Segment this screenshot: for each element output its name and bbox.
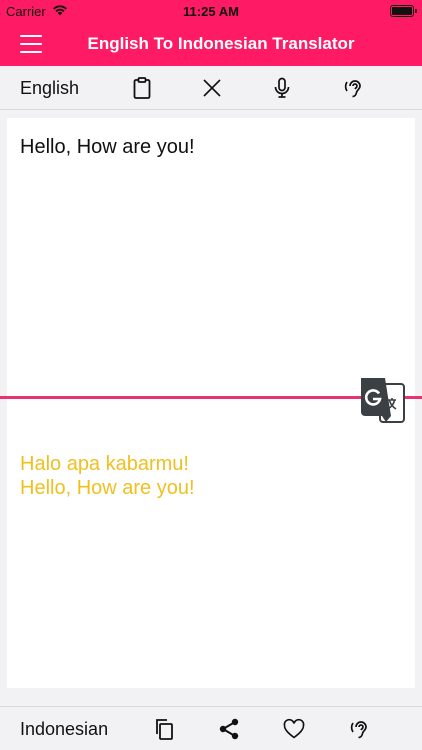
close-icon[interactable] — [200, 76, 224, 100]
source-text-input[interactable]: Hello, How are you! — [20, 134, 400, 160]
page-title: English To Indonesian Translator — [87, 34, 355, 53]
clipboard-icon[interactable] — [130, 76, 154, 100]
translation-panel: Hello, How are you! Halo apa kabarmu! He… — [0, 118, 422, 688]
target-language-label[interactable]: Indonesian — [20, 719, 108, 740]
ear-listen-icon[interactable] — [342, 76, 366, 100]
heart-icon[interactable] — [282, 717, 306, 741]
microphone-icon[interactable] — [270, 76, 294, 100]
translated-line: Halo apa kabarmu! — [20, 453, 189, 475]
source-language-label[interactable]: English — [20, 78, 79, 99]
copy-icon[interactable] — [152, 717, 176, 741]
translated-line: Hello, How are you! — [20, 477, 195, 499]
status-time: 11:25 AM — [183, 4, 239, 19]
share-icon[interactable] — [217, 717, 241, 741]
battery-icon — [390, 5, 417, 17]
target-toolbar: Indonesian — [0, 706, 422, 750]
source-toolbar: English — [0, 66, 422, 110]
ear-listen-icon[interactable] — [348, 717, 372, 741]
nav-bar: English To Indonesian Translator — [0, 24, 422, 66]
battery-fill — [392, 7, 412, 15]
google-translate-icon[interactable] — [358, 376, 406, 424]
translated-text-output: Halo apa kabarmu! Hello, How are you! — [20, 452, 400, 500]
status-bar: Carrier 11:25 AM — [0, 0, 422, 24]
